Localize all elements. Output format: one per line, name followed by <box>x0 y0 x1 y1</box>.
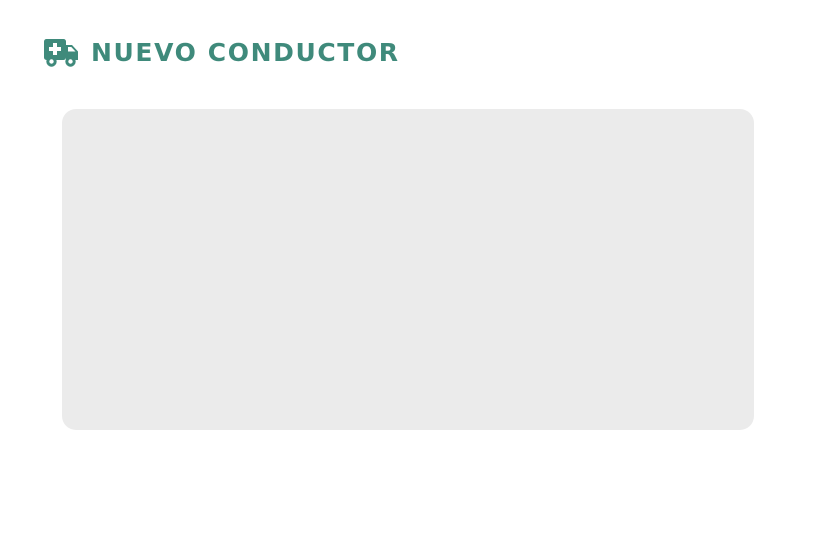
page-title: NUEVO CONDUCTOR <box>91 38 400 67</box>
content-panel <box>62 109 754 430</box>
ambulance-icon <box>44 38 79 68</box>
page-header: NUEVO CONDUCTOR <box>44 36 400 70</box>
